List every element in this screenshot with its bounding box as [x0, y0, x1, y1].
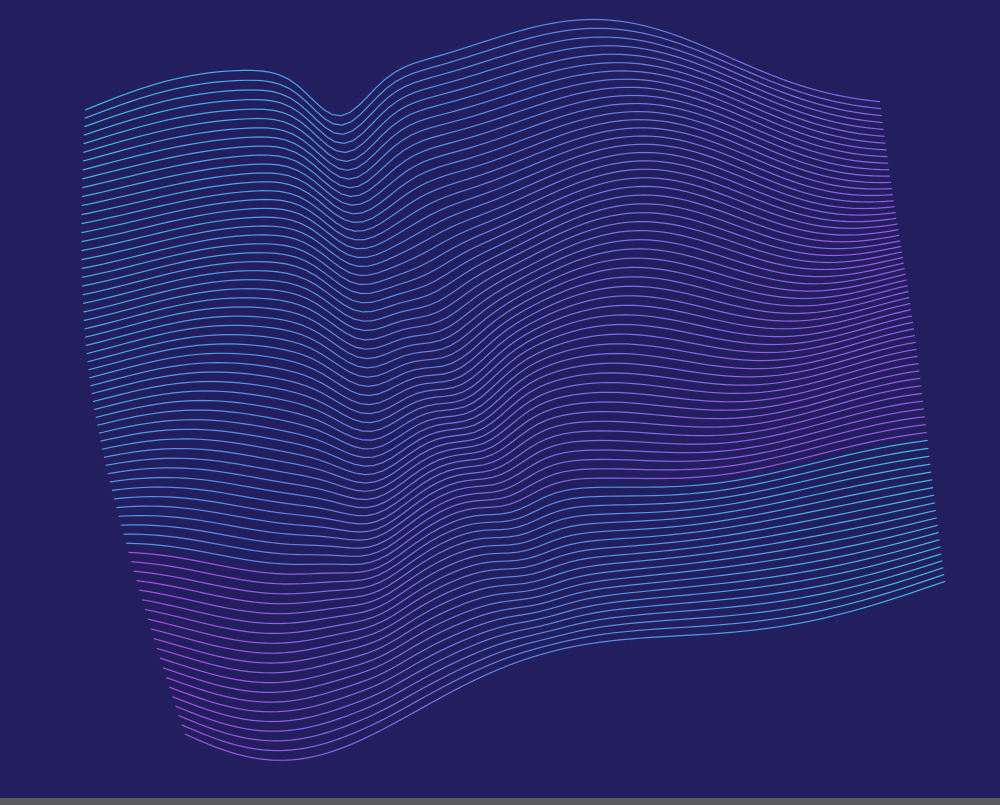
wave-line — [82, 94, 889, 198]
wave-line — [87, 266, 907, 378]
wave-line — [125, 431, 927, 566]
wave-line — [81, 102, 890, 206]
wave-line — [88, 276, 908, 388]
wave-line — [136, 463, 931, 605]
wave-line — [131, 447, 929, 585]
wave-line-group — [81, 18, 946, 761]
wave-line — [84, 229, 904, 341]
artwork-canvas — [0, 0, 1000, 798]
wave-line — [100, 341, 916, 467]
window-bottom-edge — [0, 798, 1000, 805]
wave-line — [83, 221, 903, 332]
wave-line — [162, 531, 939, 694]
wave-line — [105, 363, 919, 492]
wave-line — [101, 348, 917, 476]
wave-line — [107, 370, 920, 501]
wave-line — [175, 560, 943, 732]
wave-line — [111, 385, 922, 517]
wave-line — [83, 45, 883, 145]
wave-line — [120, 416, 925, 549]
wave-line — [172, 553, 942, 723]
wave-line — [81, 143, 894, 250]
wave-line — [103, 355, 918, 484]
wave-lines-illustration — [81, 18, 946, 761]
wave-line — [84, 18, 881, 117]
wave-line — [89, 285, 909, 397]
wave-line — [156, 517, 937, 674]
